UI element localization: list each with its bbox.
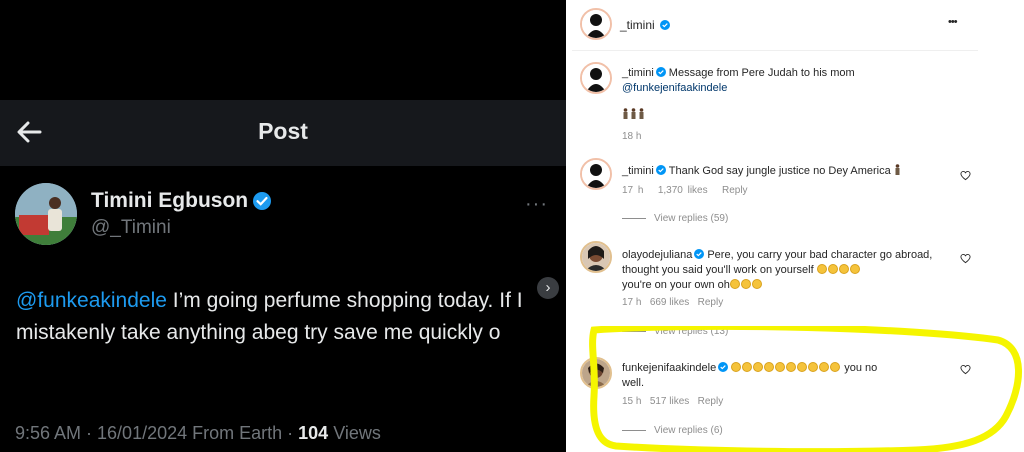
person-emoji-icon (630, 108, 637, 119)
tweet-timestamp[interactable]: 9:56 AM · 16/01/2024 From Earth · (15, 423, 298, 443)
comment-body: Thank God say jungle justice no Dey Amer… (668, 165, 891, 177)
header-username[interactable]: _timini (620, 18, 655, 32)
author-avatar[interactable] (15, 183, 77, 245)
caption-emojis (622, 108, 646, 121)
header-avatar[interactable] (580, 8, 612, 40)
verified-badge-icon (253, 192, 271, 210)
verified-badge-icon (660, 20, 671, 30)
comment-username[interactable]: _timini (622, 165, 654, 177)
comment-likes[interactable]: 1,370 likes (658, 185, 708, 196)
view-replies-label[interactable]: View replies (59) (654, 213, 728, 224)
person-emoji-icon (622, 108, 629, 119)
caption-time: 18 h (622, 131, 642, 142)
twitter-post-panel: Post Timini Egbuson @_Timini ··· @funkea… (0, 0, 566, 452)
comment-username[interactable]: olayodejuliana (622, 249, 692, 261)
tweet-mention-link[interactable]: @funkeakindele (16, 289, 167, 312)
caption-mention-link[interactable]: @funkejenifaakindele (622, 82, 727, 94)
laughing-emoji-icon (751, 279, 762, 289)
laughing-emoji-icon (816, 264, 827, 274)
comment-likes[interactable]: 669 likes (650, 297, 689, 308)
comment-text: olayodejuliana Pere, you carry your bad c… (622, 248, 942, 293)
laughing-emoji-icon (827, 264, 838, 274)
more-options-icon[interactable]: ••• (948, 16, 958, 28)
views-label: Views (328, 423, 381, 443)
author-name[interactable]: Timini Egbuson (91, 189, 248, 213)
caption-text: _timini Message from Pere Judah to his mo… (622, 66, 942, 96)
author-handle[interactable]: @_Timini (91, 217, 171, 239)
reply-button[interactable]: Reply (722, 185, 748, 196)
comment-avatar[interactable] (580, 241, 612, 273)
comment-meta: 17 h 669 likes Reply (622, 297, 723, 308)
chevron-right-icon[interactable]: › (537, 277, 559, 299)
tweet-meta: 9:56 AM · 16/01/2024 From Earth · 104 Vi… (15, 423, 381, 444)
comment-body-line2: you're on your own oh (622, 279, 730, 291)
caption-avatar[interactable] (580, 62, 612, 94)
laughing-emoji-icon (729, 279, 740, 289)
comment-meta: 17 h 1,370 likes Reply (622, 185, 748, 196)
laughing-emoji-icon (849, 264, 860, 274)
verified-badge-icon (655, 165, 666, 175)
comment-time: 17 h (622, 297, 642, 308)
comment-avatar[interactable] (580, 158, 612, 190)
yellow-highlight-annotation (589, 326, 1022, 452)
person-emoji-icon (894, 164, 901, 175)
page-title: Post (258, 118, 308, 144)
reply-button[interactable]: Reply (698, 297, 724, 308)
comment-time: 17 h (622, 185, 644, 196)
laughing-emoji-icon (838, 264, 849, 274)
like-heart-icon[interactable] (960, 170, 971, 181)
verified-badge-icon (655, 67, 666, 77)
caption-body: Message from Pere Judah to his mom (668, 67, 855, 79)
comment-text: _timini Thank God say jungle justice no D… (622, 164, 942, 179)
more-options-icon[interactable]: ··· (525, 193, 548, 216)
tweet-text: @funkeakindele I’m going perfume shoppin… (16, 285, 536, 349)
verified-badge-icon (694, 249, 705, 259)
caption-username[interactable]: _timini (622, 67, 654, 79)
like-heart-icon[interactable] (960, 253, 971, 264)
person-emoji-icon (638, 108, 645, 119)
divider-line (622, 217, 646, 219)
header-user: _timini (620, 18, 673, 32)
laughing-emoji-icon (740, 279, 751, 289)
views-count: 104 (298, 423, 329, 443)
view-replies-button[interactable]: View replies (59) (622, 213, 728, 224)
